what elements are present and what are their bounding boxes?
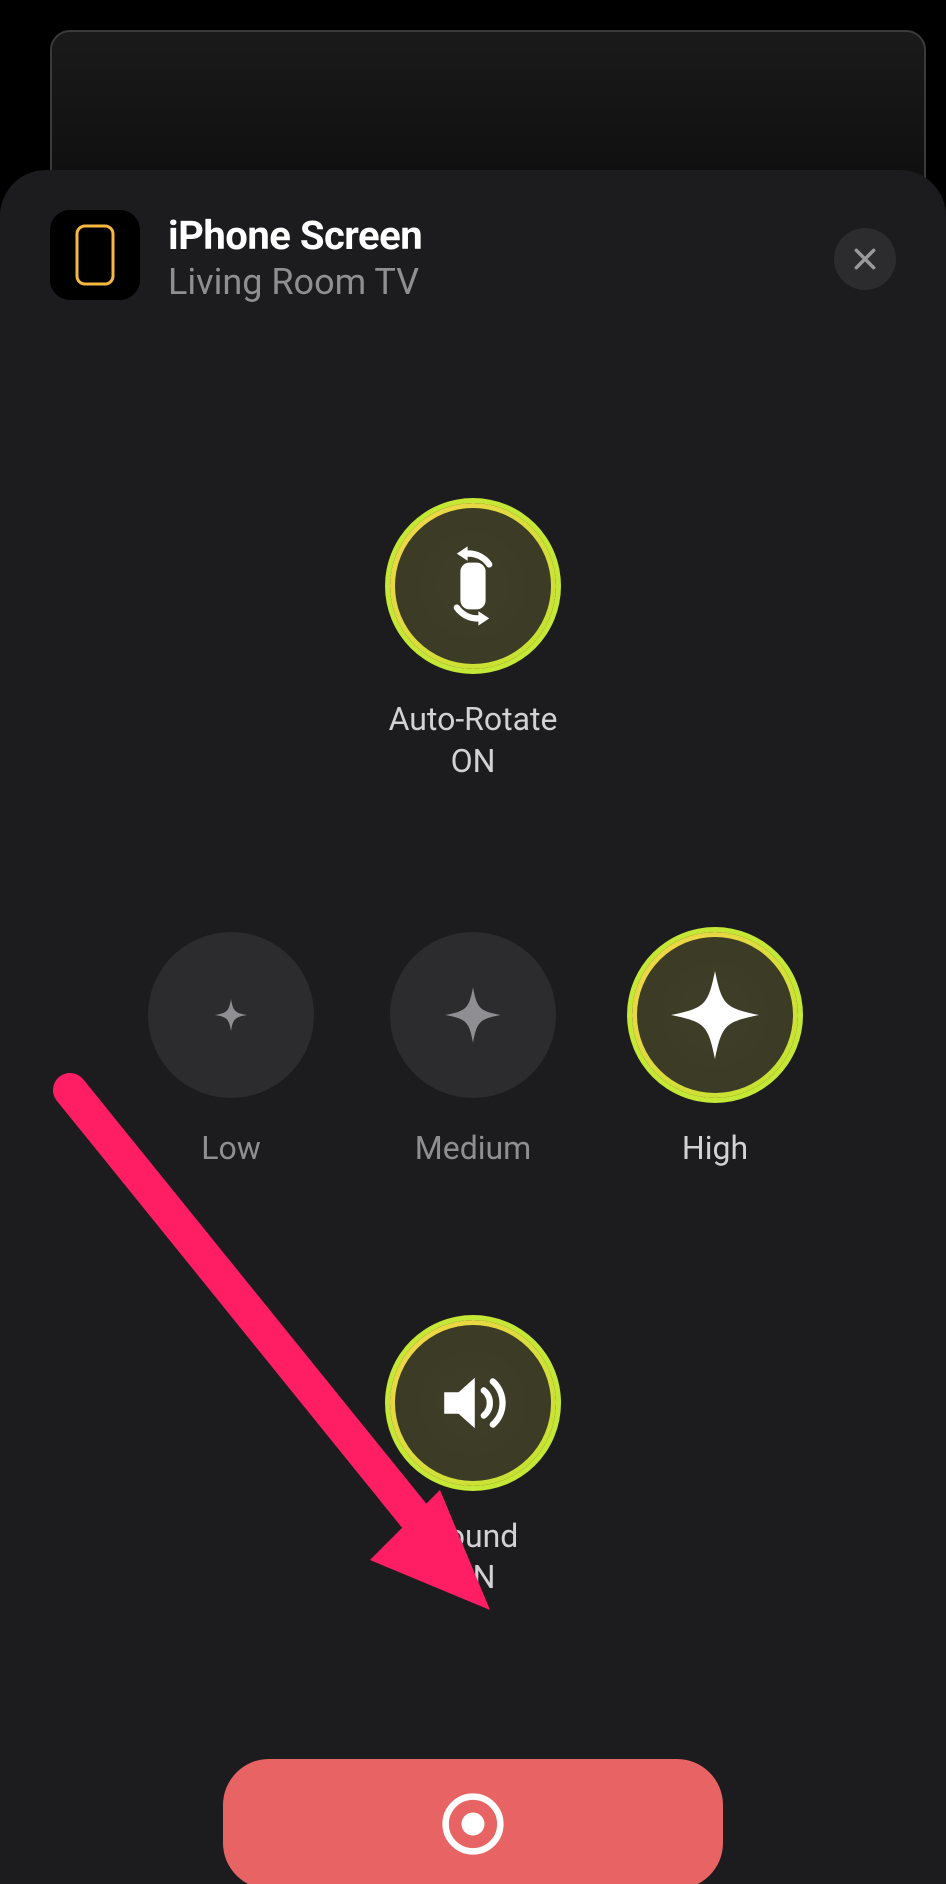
sound-label: Sound [428,1516,519,1558]
quality-medium-label: Medium [415,1128,531,1170]
quality-row: Low Medium [50,932,896,1170]
quality-high-control: High [632,932,798,1170]
auto-rotate-icon [428,541,518,631]
auto-rotate-state: ON [389,741,558,783]
auto-rotate-toggle[interactable] [390,503,556,669]
quality-low-label-group: Low [201,1128,261,1170]
start-mirroring-button[interactable] [223,1759,723,1884]
close-button[interactable] [834,228,896,290]
quality-medium-label-group: Medium [415,1128,531,1170]
record-icon [437,1788,509,1860]
sound-label-group: Sound ON [428,1516,519,1599]
sheet-header: iPhone Screen Living Room TV [50,210,896,303]
quality-low-label: Low [201,1128,261,1170]
sparkle-icon [440,982,506,1048]
auto-rotate-control: Auto-Rotate ON [389,503,558,782]
auto-rotate-label: Auto-Rotate [389,699,558,741]
quality-high-label-group: High [682,1128,748,1170]
close-icon [852,246,878,272]
header-titles: iPhone Screen Living Room TV [168,210,422,303]
quality-medium-button[interactable] [390,932,556,1098]
sparkle-icon [211,995,251,1035]
sound-row: Sound ON [50,1320,896,1599]
quality-high-label: High [682,1128,748,1170]
auto-rotate-row: Auto-Rotate ON [50,503,896,782]
sound-control: Sound ON [390,1320,556,1599]
quality-medium-control: Medium [390,932,556,1170]
record-section: Start mirroring [50,1759,896,1884]
quality-low-button[interactable] [148,932,314,1098]
auto-rotate-label-group: Auto-Rotate ON [389,699,558,782]
mirroring-sheet: iPhone Screen Living Room TV [0,170,946,1884]
sheet-subtitle: Living Room TV [168,261,422,303]
sound-toggle[interactable] [390,1320,556,1486]
quality-high-button[interactable] [632,932,798,1098]
iphone-screen-icon [50,210,140,300]
sound-state: ON [428,1557,519,1599]
sheet-title: iPhone Screen [168,212,422,259]
speaker-icon [428,1358,518,1448]
sparkle-icon [665,965,765,1065]
quality-low-control: Low [148,932,314,1170]
controls-area: Auto-Rotate ON Low [50,503,896,1599]
